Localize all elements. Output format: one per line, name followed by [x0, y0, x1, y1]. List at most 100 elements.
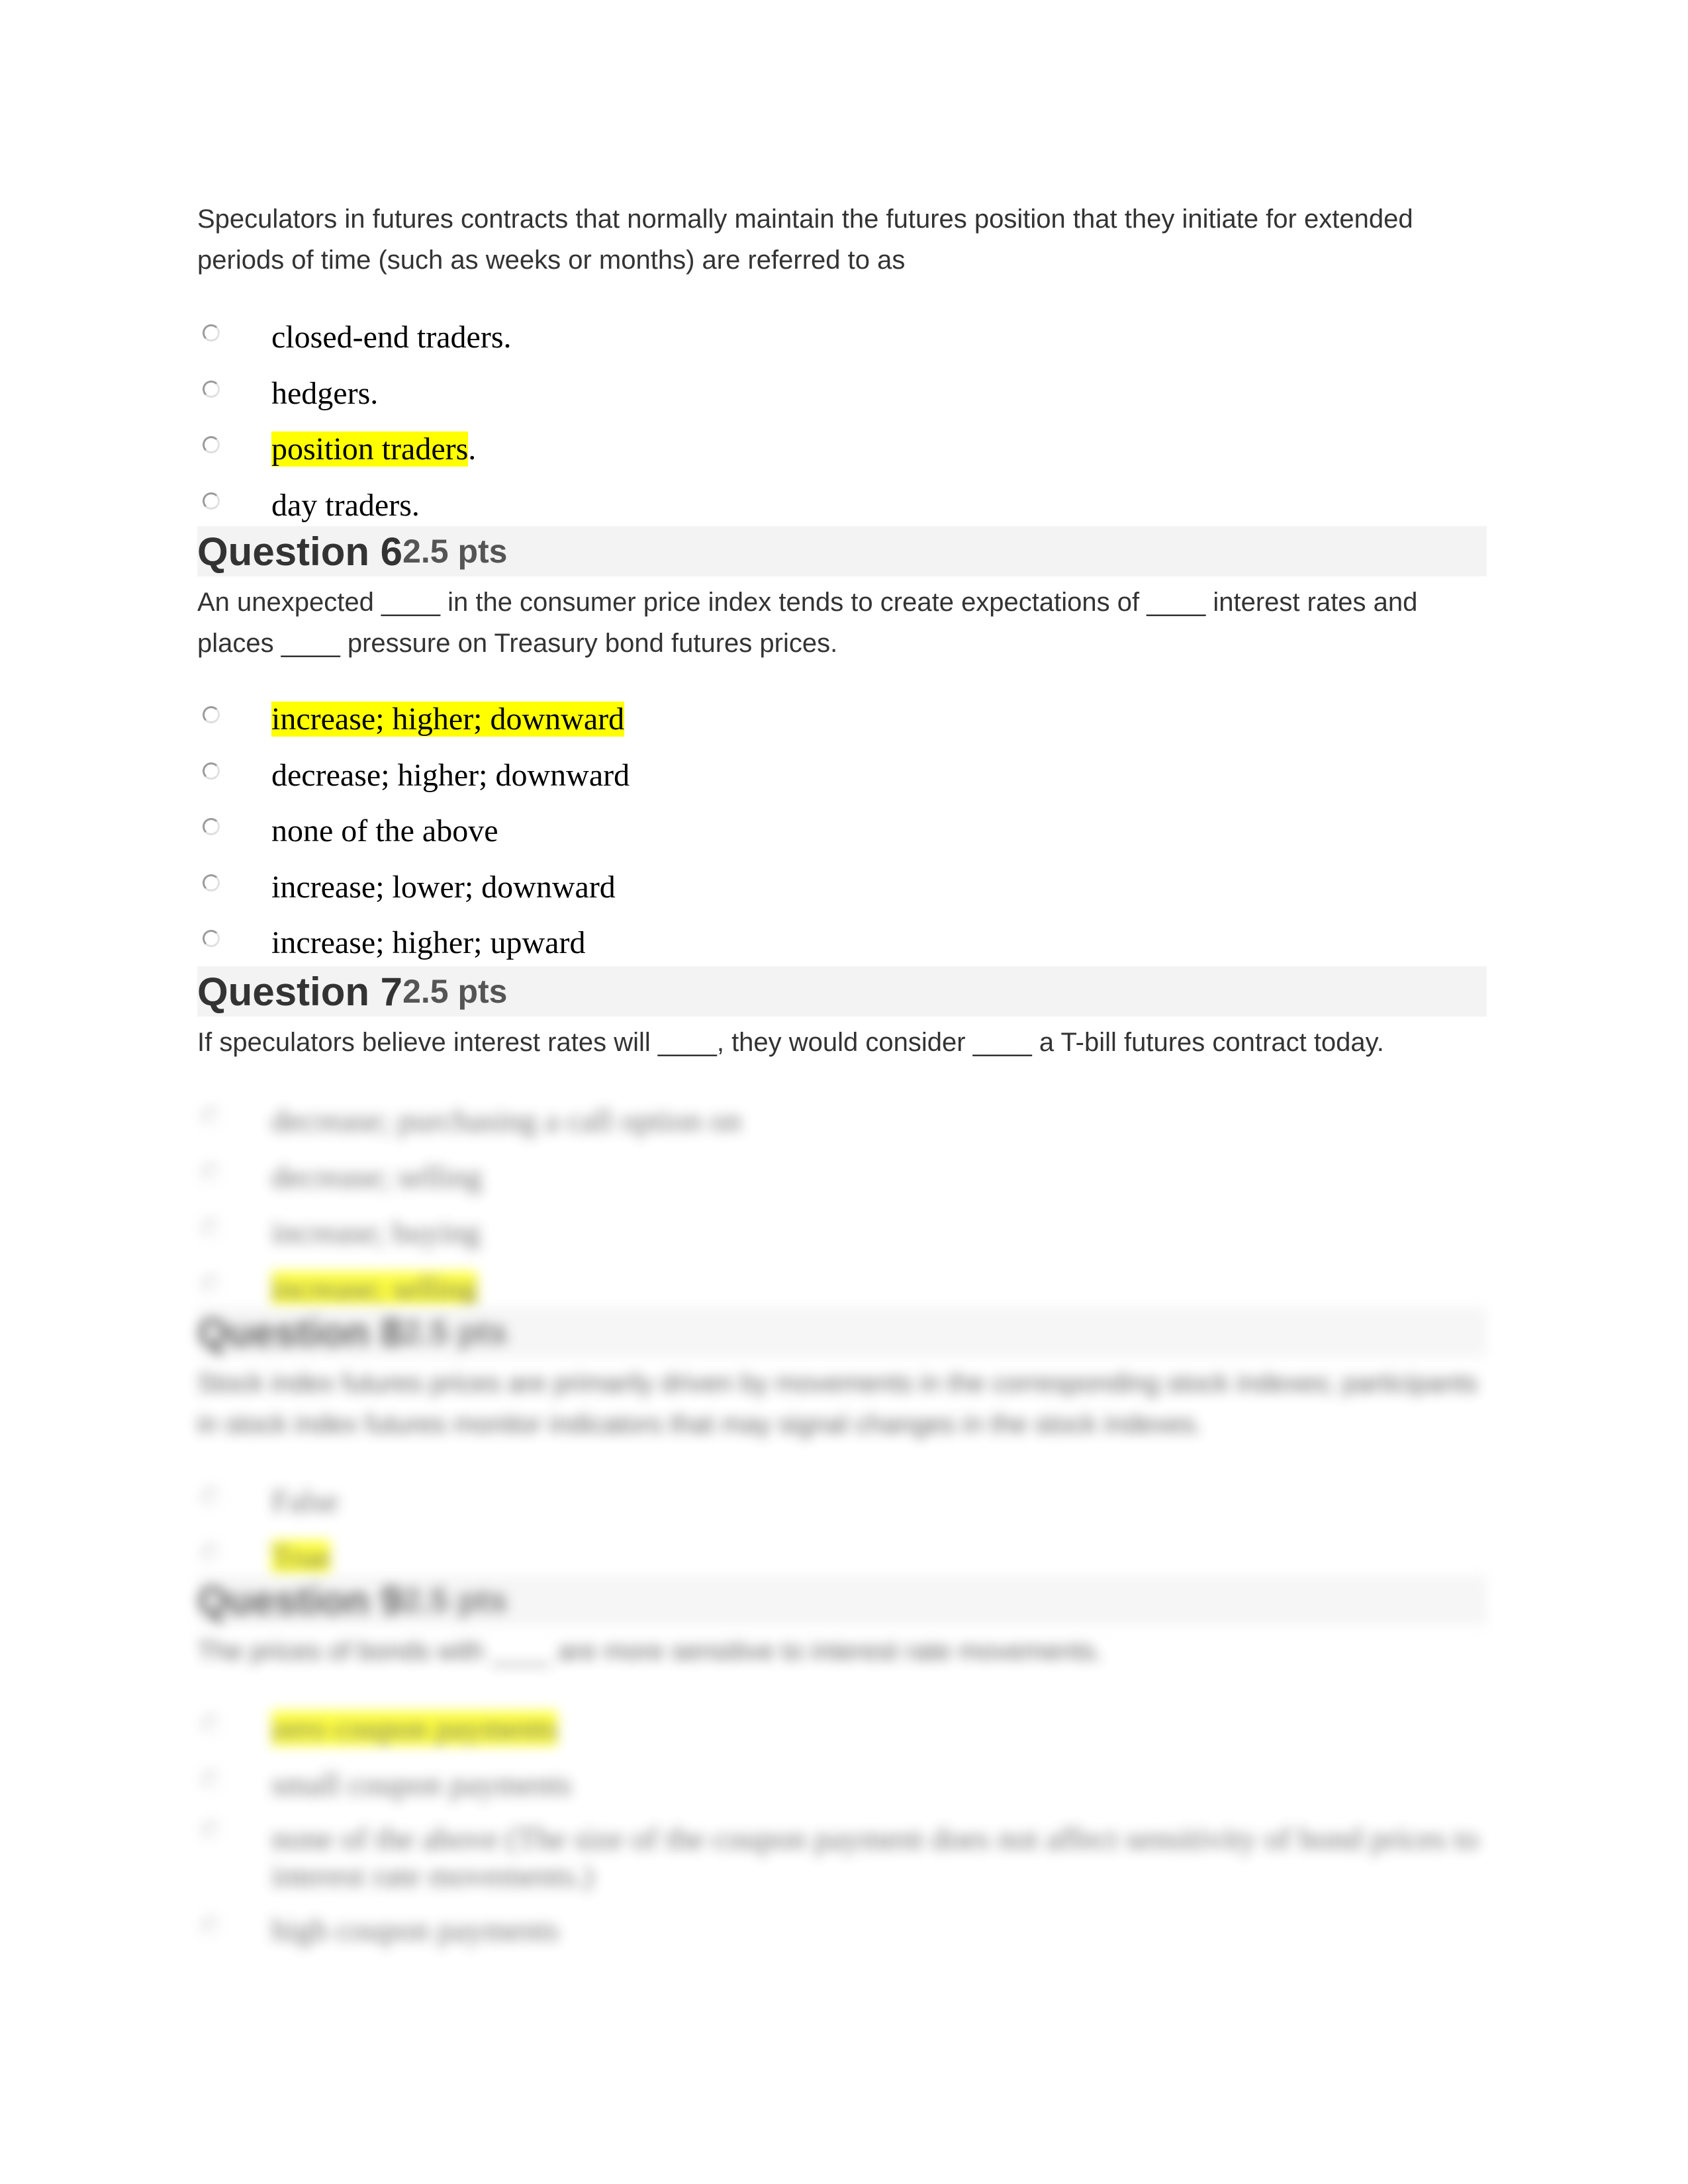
question-header: Question 9 2.5 pts — [197, 1575, 1487, 1625]
question-6: Question 6 2.5 pts An unexpected ____ in … — [197, 526, 1487, 972]
option-label: decrease; higher; downward — [271, 757, 630, 794]
question-text: The prices of bonds with ____ are more s… — [197, 1637, 1103, 1666]
option-text: False — [271, 1484, 339, 1520]
option-text: closed-end traders. — [271, 320, 512, 355]
answer-option[interactable]: increase; higher; downward — [197, 692, 1487, 748]
answer-option[interactable]: none of the above — [197, 803, 1487, 860]
radio-button-icon[interactable] — [203, 1163, 220, 1181]
question-points: 2.5 pts — [402, 533, 508, 570]
highlighted-text: increase; selling — [271, 1271, 477, 1306]
option-text: decrease; higher; downward — [271, 757, 630, 793]
answer-options-blurred: decrease; purchasing a call option on de… — [197, 1093, 1487, 1317]
option-label: increase; higher; upward — [271, 925, 585, 962]
radio-button-icon[interactable] — [203, 1544, 220, 1562]
option-text: hedgers. — [271, 375, 379, 411]
radio-button-icon[interactable] — [203, 1275, 220, 1293]
option-label: True — [271, 1539, 330, 1576]
question-9: Question 9 2.5 pts The prices of bonds wi… — [197, 1575, 1487, 1959]
option-text: . — [468, 432, 477, 467]
radio-button-icon[interactable] — [203, 762, 220, 780]
radio-button-icon[interactable] — [203, 1822, 220, 1839]
question-number: Question 6 — [197, 529, 403, 574]
radio-button-icon[interactable] — [203, 1488, 220, 1506]
option-text: decrease; purchasing a call option on — [271, 1103, 742, 1139]
question-points: 2.5 pts — [402, 1314, 508, 1351]
answer-option[interactable]: high coupon payments — [197, 1903, 1487, 1959]
option-label: increase; buying — [271, 1214, 481, 1251]
option-label: increase; higher; downward — [271, 701, 625, 738]
radio-button-icon[interactable] — [203, 380, 220, 398]
answer-option[interactable]: decrease; higher; downward — [197, 748, 1487, 804]
question-header: Question 8 2.5 pts — [197, 1307, 1487, 1357]
answer-option[interactable]: hedgers. — [197, 366, 1487, 422]
answer-option[interactable]: none of the above (The size of the coupo… — [197, 1813, 1487, 1903]
radio-button-icon[interactable] — [203, 492, 220, 510]
answer-option[interactable]: False — [197, 1474, 1487, 1530]
option-text: day traders. — [271, 487, 420, 523]
question-header: Question 7 2.5 pts — [197, 966, 1487, 1017]
radio-button-icon[interactable] — [203, 706, 220, 724]
highlighted-text: True — [271, 1539, 330, 1575]
question-text: Speculators in futures contracts that no… — [197, 205, 1413, 275]
radio-button-icon[interactable] — [203, 436, 220, 454]
question-text: If speculators believe interest rates wi… — [197, 1028, 1384, 1057]
answer-option[interactable]: day traders. — [197, 478, 1487, 534]
answer-options: False True — [197, 1474, 1487, 1586]
answer-option[interactable]: position traders. — [197, 422, 1487, 478]
option-label: closed-end traders. — [271, 319, 512, 356]
answer-option[interactable]: decrease; purchasing a call option on — [197, 1093, 1487, 1150]
radio-button-icon[interactable] — [203, 1715, 220, 1733]
option-text: high coupon payments — [271, 1913, 559, 1948]
question-number: Question 7 — [197, 969, 403, 1014]
highlighted-text: zero coupon payments — [271, 1711, 557, 1747]
option-label: increase; lower; downward — [271, 869, 616, 906]
answer-option[interactable]: zero coupon payments — [197, 1701, 1487, 1757]
option-label: increase; selling — [271, 1271, 477, 1308]
radio-button-icon[interactable] — [203, 324, 220, 342]
highlighted-text: position traders — [271, 432, 469, 467]
option-label: decrease; purchasing a call option on — [271, 1103, 741, 1140]
option-label: none of the above — [271, 813, 498, 850]
question-text: Stock index futures prices are primarily… — [197, 1369, 1478, 1439]
answer-option[interactable]: decrease; selling — [197, 1150, 1487, 1206]
option-text: none of the above — [271, 813, 498, 849]
answer-option[interactable]: increase; higher; upward — [197, 915, 1487, 972]
option-text: small coupon payments — [271, 1766, 572, 1802]
question-5: Speculators in futures contracts that no… — [197, 199, 1487, 533]
question-8: Question 8 2.5 pts Stock index futures pr… — [197, 1307, 1487, 1586]
question-number: Question 9 — [197, 1578, 403, 1623]
answer-option[interactable]: increase; lower; downward — [197, 860, 1487, 916]
radio-button-icon[interactable] — [203, 930, 220, 948]
answer-option[interactable]: small coupon payments — [197, 1757, 1487, 1813]
option-label: none of the above (The size of the coupo… — [271, 1821, 1487, 1895]
radio-button-icon[interactable] — [203, 1108, 220, 1126]
answer-options: increase; higher; downward decrease; hig… — [197, 692, 1487, 972]
answer-options: zero coupon payments small coupon paymen… — [197, 1701, 1487, 1959]
option-text: increase; higher; upward — [271, 925, 586, 961]
option-label: position traders. — [271, 431, 476, 468]
highlighted-text: increase; higher; downward — [271, 702, 625, 737]
question-number: Question 8 — [197, 1310, 403, 1355]
radio-button-icon[interactable] — [203, 1220, 220, 1238]
option-label: small coupon payments — [271, 1766, 571, 1803]
option-label: False — [271, 1483, 338, 1520]
option-label: decrease; selling — [271, 1159, 483, 1196]
option-label: zero coupon payments — [271, 1710, 557, 1747]
radio-button-icon[interactable] — [203, 874, 220, 891]
radio-button-icon[interactable] — [203, 1771, 220, 1789]
radio-button-icon[interactable] — [203, 818, 220, 836]
option-label: hedgers. — [271, 375, 378, 412]
answer-option[interactable]: increase; buying — [197, 1205, 1487, 1261]
radio-button-icon[interactable] — [203, 1917, 220, 1935]
option-text: decrease; selling — [271, 1159, 483, 1195]
answer-option[interactable]: closed-end traders. — [197, 310, 1487, 366]
option-text: none of the above (The size of the coupo… — [271, 1821, 1479, 1893]
document-page: Speculators in futures contracts that no… — [0, 0, 1688, 2184]
option-text: increase; buying — [271, 1215, 481, 1251]
question-text: An unexpected ____ in the consumer price… — [197, 588, 1418, 658]
option-label: day traders. — [271, 487, 420, 524]
option-text: increase; lower; downward — [271, 869, 616, 905]
answer-options: closed-end traders. hedgers. position tr… — [197, 310, 1487, 533]
question-header: Question 6 2.5 pts — [197, 526, 1487, 576]
question-points: 2.5 pts — [402, 973, 508, 1010]
